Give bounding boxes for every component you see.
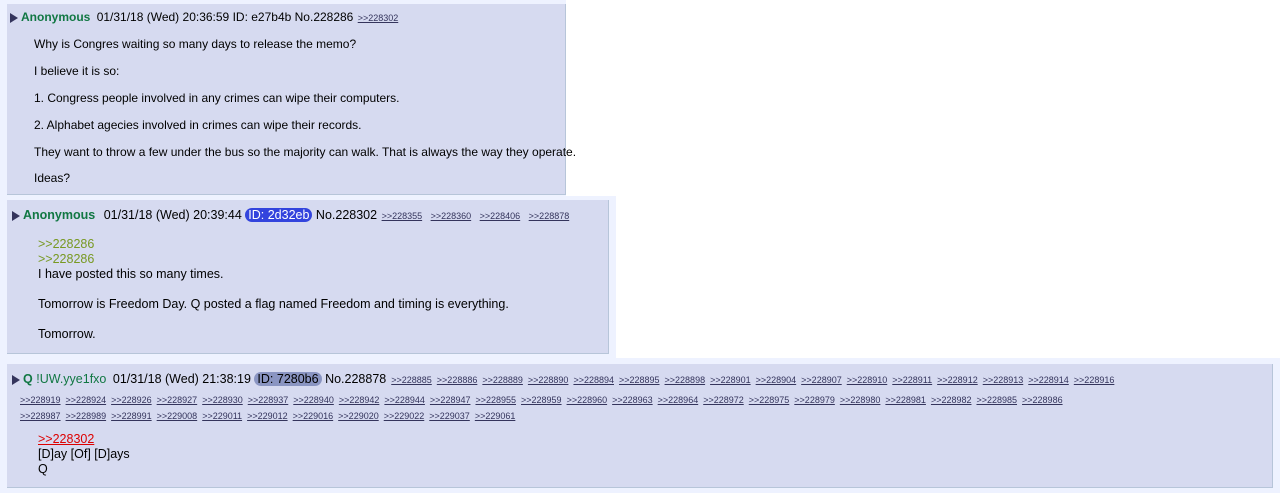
post-text-line: They want to throw a few under the bus s… xyxy=(34,145,577,159)
backlink[interactable]: >>228889 xyxy=(482,375,523,385)
backlink[interactable]: >>229061 xyxy=(475,411,516,421)
poster-id-badge[interactable]: ID: 2d32eb xyxy=(245,208,313,222)
backlink[interactable]: >>228895 xyxy=(619,375,660,385)
backlink[interactable]: >>228944 xyxy=(384,395,425,405)
post-number[interactable]: No.228878 xyxy=(325,372,386,386)
post-datetime: 01/31/18 (Wed) 20:39:44 xyxy=(103,208,242,222)
backlink[interactable]: >>228924 xyxy=(66,395,107,405)
expand-arrow-icon[interactable] xyxy=(12,374,20,385)
backlink[interactable]: >>228913 xyxy=(983,375,1024,385)
backlink[interactable]: >>228940 xyxy=(293,395,334,405)
backlink[interactable]: >>228904 xyxy=(756,375,797,385)
backlink[interactable]: >>228886 xyxy=(437,375,478,385)
backlink[interactable]: >>228981 xyxy=(885,395,926,405)
backlink[interactable]: >>228955 xyxy=(475,395,516,405)
backlink[interactable]: >>228964 xyxy=(658,395,699,405)
backlink[interactable]: >>228987 xyxy=(20,411,61,421)
backlink[interactable]: >>228960 xyxy=(567,395,608,405)
backlink[interactable]: >>228975 xyxy=(749,395,790,405)
quote-link[interactable]: >>228302 xyxy=(38,432,94,446)
backlink[interactable]: >>228982 xyxy=(931,395,972,405)
post-text-line: 1. Congress people involved in any crime… xyxy=(34,91,400,105)
backlink[interactable]: >>228907 xyxy=(801,375,842,385)
backlink[interactable]: >>228406 xyxy=(480,211,521,221)
backlink[interactable]: >>228985 xyxy=(976,395,1017,405)
backlink[interactable]: >>229022 xyxy=(384,411,425,421)
backlink[interactable]: >>228885 xyxy=(391,375,432,385)
poster-name[interactable]: Q xyxy=(23,372,33,386)
backlink[interactable]: >>228963 xyxy=(612,395,653,405)
post-text-line: 2. Alphabet agecies involved in crimes c… xyxy=(34,118,362,132)
backlink[interactable]: >>228911 xyxy=(892,375,932,385)
post-header: Anonymous 01/31/18 (Wed) 20:39:44 ID: 2d… xyxy=(12,208,569,222)
backlink[interactable]: >>229037 xyxy=(429,411,470,421)
backlink[interactable]: >>228991 xyxy=(111,411,152,421)
post-header: Anonymous 01/31/18 (Wed) 20:36:59 ID: e2… xyxy=(10,10,398,24)
backlink[interactable]: >>228914 xyxy=(1028,375,1069,385)
post-number[interactable]: No.228302 xyxy=(316,208,377,222)
poster-name[interactable]: Anonymous xyxy=(23,208,95,222)
backlink[interactable]: >>228302 xyxy=(358,13,399,23)
backlink[interactable]: >>228989 xyxy=(66,411,107,421)
backlink[interactable]: >>228947 xyxy=(430,395,471,405)
backlink[interactable]: >>228942 xyxy=(339,395,380,405)
backlink[interactable]: >>228916 xyxy=(1074,375,1115,385)
backlink[interactable]: >>229020 xyxy=(338,411,379,421)
poster-name[interactable]: Anonymous xyxy=(21,10,90,24)
post-text-line: Ideas? xyxy=(34,171,71,185)
backlink[interactable]: >>228355 xyxy=(382,211,423,221)
post-228302: Anonymous 01/31/18 (Wed) 20:39:44 ID: 2d… xyxy=(7,200,609,354)
backlink[interactable]: >>228360 xyxy=(431,211,472,221)
post-datetime: 01/31/18 (Wed) 20:36:59 xyxy=(96,10,230,24)
post-text-line: [D]ay [Of] [D]ays xyxy=(38,447,130,461)
post-228286: Anonymous 01/31/18 (Wed) 20:36:59 ID: e2… xyxy=(7,4,576,195)
post-text-line: I have posted this so many times. xyxy=(38,267,224,281)
backlink[interactable]: >>228901 xyxy=(710,375,751,385)
backlink[interactable]: >>229016 xyxy=(293,411,334,421)
backlink[interactable]: >>228898 xyxy=(665,375,706,385)
backlinks-row: >>228987 >>228989 >>228991 >>229008 >>229011… xyxy=(20,406,520,424)
expand-arrow-icon[interactable] xyxy=(12,210,20,221)
post-header: Q !UW.yye1fxo 01/31/18 (Wed) 21:38:19 ID… xyxy=(12,372,1114,386)
backlink[interactable]: >>228910 xyxy=(847,375,888,385)
post-text-line: I believe it is so: xyxy=(34,64,120,78)
backlink[interactable]: >>228937 xyxy=(248,395,289,405)
backlink[interactable]: >>228972 xyxy=(703,395,744,405)
poster-id[interactable]: ID: e27b4b xyxy=(233,10,292,24)
tripcode: !UW.yye1fxo xyxy=(36,372,107,386)
backlink[interactable]: >>229012 xyxy=(247,411,288,421)
post-text-line: Tomorrow is Freedom Day. Q posted a flag… xyxy=(38,297,509,311)
expand-arrow-icon[interactable] xyxy=(10,12,18,23)
backlink[interactable]: >>228912 xyxy=(937,375,978,385)
post-228878: Q !UW.yye1fxo 01/31/18 (Wed) 21:38:19 ID… xyxy=(7,364,1273,488)
poster-id-badge[interactable]: ID: 7280b6 xyxy=(254,372,322,386)
backlink[interactable]: >>229011 xyxy=(202,411,242,421)
backlink[interactable]: >>228919 xyxy=(20,395,61,405)
post-text-line: Q xyxy=(38,462,48,476)
backlink[interactable]: >>228986 xyxy=(1022,395,1063,405)
backlink[interactable]: >>228926 xyxy=(111,395,152,405)
backlink[interactable]: >>228979 xyxy=(794,395,835,405)
backlink[interactable]: >>228890 xyxy=(528,375,569,385)
post-number[interactable]: No.228286 xyxy=(295,10,354,24)
backlink[interactable]: >>229008 xyxy=(157,411,198,421)
backlink[interactable]: >>228930 xyxy=(202,395,243,405)
backlinks-row: >>228885 >>228886 >>228889 >>228890 >>228894… xyxy=(386,372,1114,386)
backlink[interactable]: >>228980 xyxy=(840,395,881,405)
post-text-line: Tomorrow. xyxy=(38,327,96,341)
quote-link[interactable]: >>228286 xyxy=(38,252,94,266)
backlink[interactable]: >>228878 xyxy=(529,211,570,221)
post-text-line: Why is Congres waiting so many days to r… xyxy=(34,37,357,51)
post-datetime: 01/31/18 (Wed) 21:38:19 xyxy=(112,372,251,386)
backlink[interactable]: >>228927 xyxy=(157,395,198,405)
backlink[interactable]: >>228959 xyxy=(521,395,562,405)
quote-link[interactable]: >>228286 xyxy=(38,237,94,251)
backlink[interactable]: >>228894 xyxy=(573,375,614,385)
